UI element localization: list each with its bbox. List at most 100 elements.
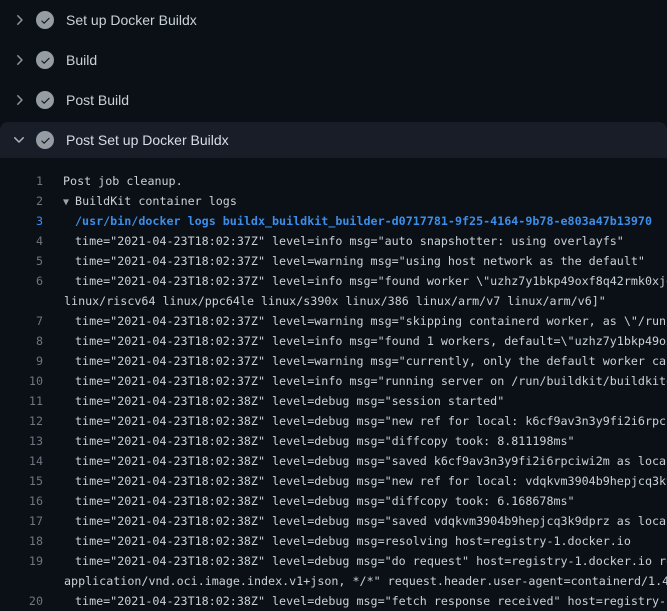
log-line: 14 time="2021-04-23T18:02:38Z" level=deb… [0,451,667,471]
steps-list: Set up Docker Buildx Build Post Build [0,0,667,158]
log-lines: 1 Post job cleanup. 2 ▼ BuildKit containe… [0,158,667,611]
log-line-text: time="2021-04-23T18:02:37Z" level=info m… [75,274,667,288]
log-line-text: time="2021-04-23T18:02:37Z" level=warnin… [75,354,667,368]
actions-log-viewer: { "colors": { "page_bg": "#0b0f16", "pan… [0,0,667,600]
log-line-body: ▼ BuildKit container logs [63,191,237,211]
log-line-text: /usr/bin/docker logs buildx_buildkit_bui… [75,214,652,228]
log-line-number[interactable]: 2 [0,191,43,211]
log-line-text: time="2021-04-23T18:02:38Z" level=debug … [75,434,575,448]
log-line: 18 time="2021-04-23T18:02:38Z" level=deb… [0,531,667,551]
step-header[interactable]: Post Build [0,80,667,120]
log-line-number[interactable]: 9 [0,351,43,371]
log-line-body: time="2021-04-23T18:02:38Z" level=debug … [75,491,575,511]
log-line: 19 time="2021-04-23T18:02:38Z" level=deb… [0,551,667,571]
log-line-number[interactable]: 14 [0,451,43,471]
log-line-number[interactable]: 5 [0,251,43,271]
log-line-number[interactable]: 15 [0,471,43,491]
log-line-text: application/vnd.oci.image.index.v1+json,… [64,574,667,588]
chevron-down-icon [11,132,27,148]
log-line-text: time="2021-04-23T18:02:38Z" level=debug … [75,494,575,508]
log-line-number[interactable]: 17 [0,511,43,531]
log-line-text: time="2021-04-23T18:02:37Z" level=info m… [75,374,667,388]
log-line-number[interactable]: 4 [0,231,43,251]
step-header[interactable]: Set up Docker Buildx [0,0,667,40]
log-line-text: time="2021-04-23T18:02:38Z" level=debug … [75,514,667,528]
log-line-body: time="2021-04-23T18:02:37Z" level=info m… [75,231,624,251]
log-line: 15 time="2021-04-23T18:02:38Z" level=deb… [0,471,667,491]
log-line: linux/riscv64 linux/ppc64le linux/s390x … [0,291,667,311]
log-line: 3 /usr/bin/docker logs buildx_buildkit_b… [0,211,667,231]
log-line-body: application/vnd.oci.image.index.v1+json,… [64,571,667,591]
log-line-body: linux/riscv64 linux/ppc64le linux/s390x … [64,291,606,311]
log-line: 10 time="2021-04-23T18:02:37Z" level=inf… [0,371,667,391]
chevron-right-icon [11,52,27,68]
log-line-text: linux/riscv64 linux/ppc64le linux/s390x … [64,294,606,308]
status-check-circle-icon [36,131,54,149]
log-line-number[interactable]: 18 [0,531,43,551]
check-icon [40,55,51,66]
log-line-number[interactable]: 3 [0,211,43,231]
check-icon [40,15,51,26]
log-line-number[interactable]: 13 [0,431,43,451]
log-line-text: time="2021-04-23T18:02:38Z" level=debug … [75,394,504,408]
log-line-body: Post job cleanup. [63,171,183,191]
log-line-body: time="2021-04-23T18:02:37Z" level=warnin… [75,251,645,271]
log-line-number[interactable] [0,291,43,311]
step-header[interactable]: Post Set up Docker Buildx [0,122,667,158]
log-line-body: time="2021-04-23T18:02:38Z" level=debug … [75,391,504,411]
log-line-number[interactable]: 12 [0,411,43,431]
log-line: 7 time="2021-04-23T18:02:37Z" level=warn… [0,311,667,331]
log-line: 2 ▼ BuildKit container logs [0,191,667,211]
log-line: 1 Post job cleanup. [0,171,667,191]
chevron-right-icon [11,92,27,108]
log-line-body: time="2021-04-23T18:02:37Z" level=info m… [75,371,667,391]
log-line-number[interactable]: 19 [0,551,43,571]
log-line-body: time="2021-04-23T18:02:38Z" level=debug … [75,431,575,451]
step-label: Set up Docker Buildx [66,12,197,28]
log-line-number[interactable] [0,571,43,591]
log-line-text: time="2021-04-23T18:02:38Z" level=debug … [75,414,667,428]
log-line-body: time="2021-04-23T18:02:38Z" level=debug … [75,511,667,531]
log-line-text: time="2021-04-23T18:02:37Z" level=info m… [75,334,667,348]
status-check-circle-icon [36,11,54,29]
log-line-body: /usr/bin/docker logs buildx_buildkit_bui… [75,211,652,231]
log-line: 8 time="2021-04-23T18:02:37Z" level=info… [0,331,667,351]
group-collapse-icon[interactable]: ▼ [63,197,69,208]
log-line-body: time="2021-04-23T18:02:37Z" level=info m… [75,271,667,291]
log-line-body: time="2021-04-23T18:02:37Z" level=info m… [75,331,667,351]
log-line: 9 time="2021-04-23T18:02:37Z" level=warn… [0,351,667,371]
log-line-number[interactable]: 7 [0,311,43,331]
log-line-body: time="2021-04-23T18:02:38Z" level=debug … [75,411,667,431]
step-header[interactable]: Build [0,40,667,80]
log-line-number[interactable]: 11 [0,391,43,411]
log-line-text: time="2021-04-23T18:02:37Z" level=info m… [75,234,624,248]
log-line: 11 time="2021-04-23T18:02:38Z" level=deb… [0,391,667,411]
step-label: Post Set up Docker Buildx [66,132,229,148]
log-line: 13 time="2021-04-23T18:02:38Z" level=deb… [0,431,667,451]
log-line-body: time="2021-04-23T18:02:38Z" level=debug … [75,531,631,551]
log-line-number[interactable]: 16 [0,491,43,511]
log-line: 6 time="2021-04-23T18:02:37Z" level=info… [0,271,667,291]
log-line-text: time="2021-04-23T18:02:37Z" level=warnin… [75,314,667,328]
log-line-body: time="2021-04-23T18:02:37Z" level=warnin… [75,311,667,331]
check-icon [40,135,51,146]
log-line-number[interactable]: 10 [0,371,43,391]
log-line-body: time="2021-04-23T18:02:38Z" level=debug … [75,451,667,471]
status-check-circle-icon [36,91,54,109]
log-line-number[interactable]: 1 [0,171,43,191]
log-line-text: time="2021-04-23T18:02:37Z" level=warnin… [75,254,645,268]
log-line: 17 time="2021-04-23T18:02:38Z" level=deb… [0,511,667,531]
log-line: 12 time="2021-04-23T18:02:38Z" level=deb… [0,411,667,431]
log-line-body: time="2021-04-23T18:02:38Z" level=debug … [75,591,667,611]
check-icon [40,95,51,106]
log-line-text: time="2021-04-23T18:02:38Z" level=debug … [75,474,667,488]
log-line-number[interactable]: 6 [0,271,43,291]
log-line-body: time="2021-04-23T18:02:38Z" level=debug … [75,551,667,571]
log-line-text: Post job cleanup. [63,174,183,188]
log-line-number[interactable]: 8 [0,331,43,351]
log-line-text: time="2021-04-23T18:02:38Z" level=debug … [75,454,667,468]
log-line-body: time="2021-04-23T18:02:38Z" level=debug … [75,471,667,491]
log-line-text: time="2021-04-23T18:02:38Z" level=debug … [75,534,631,548]
log-line-text: BuildKit container logs [75,194,237,208]
log-line-number[interactable]: 20 [0,591,43,611]
